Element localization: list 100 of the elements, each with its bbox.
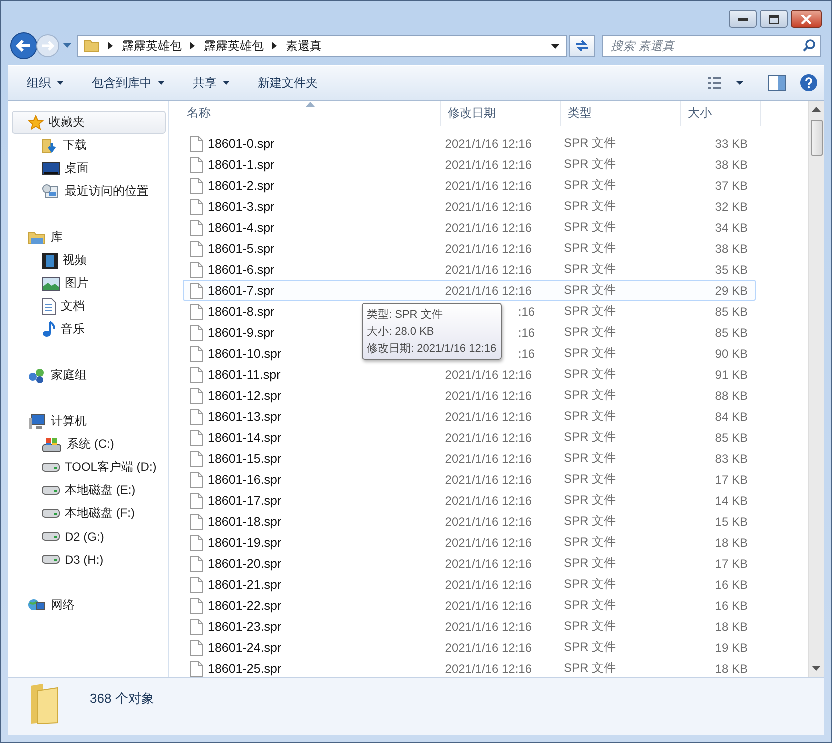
file-name: 18601-11.spr: [208, 368, 281, 382]
file-icon: [190, 556, 203, 572]
file-icon: [190, 576, 203, 592]
modified-date: 2021/1/16 12:16: [445, 578, 532, 592]
sidebar-item[interactable]: 桌面: [12, 157, 168, 180]
file-icon: [190, 366, 203, 382]
drive-icon: [42, 532, 60, 541]
sidebar-item[interactable]: 视频: [12, 249, 168, 272]
help-icon[interactable]: [800, 74, 818, 92]
search-icon: [803, 39, 816, 52]
sidebar-item[interactable]: 音乐: [12, 318, 168, 341]
sidebar-item[interactable]: 最近访问的位置: [12, 180, 168, 203]
sidebar-item[interactable]: 本地磁盘 (E:): [12, 479, 168, 502]
toolbar-menu-button[interactable]: 包含到库中: [84, 70, 173, 96]
modified-date: 2021/1/16 12:16: [445, 284, 532, 298]
sidebar-item[interactable]: 网络: [12, 594, 166, 617]
column-header[interactable]: 类型: [561, 101, 681, 126]
file-name: 18601-9.spr: [208, 326, 275, 340]
minimize-button[interactable]: [729, 10, 757, 28]
forward-button[interactable]: [35, 33, 61, 59]
breadcrumb[interactable]: 霹靂英雄包: [204, 38, 264, 54]
sidebar-item[interactable]: 文档: [12, 295, 168, 318]
sidebar-item[interactable]: 下载: [12, 134, 168, 157]
file-size: 18 KB: [715, 620, 748, 634]
tooltip-line: 类型: SPR 文件: [367, 308, 444, 322]
sidebar-item[interactable]: 家庭组: [12, 364, 166, 387]
toolbar-menu-button[interactable]: 共享: [185, 70, 238, 96]
file-type: SPR 文件: [564, 303, 616, 320]
document-icon: [42, 298, 56, 315]
view-caret-icon[interactable]: [736, 81, 744, 85]
file-name: 18601-24.spr: [208, 640, 282, 654]
breadcrumb[interactable]: 素還真: [286, 38, 322, 54]
file-type: SPR 文件: [564, 450, 616, 467]
file-icon: [190, 618, 203, 634]
file-type: SPR 文件: [564, 387, 616, 404]
modified-date: 2021/1/16 12:16: [445, 662, 532, 676]
toolbar-menu-button[interactable]: 组织: [19, 70, 72, 96]
file-size: 91 KB: [715, 368, 748, 382]
file-type: SPR 文件: [564, 492, 616, 509]
refresh-button[interactable]: [569, 35, 595, 57]
file-type: SPR 文件: [564, 576, 616, 593]
scroll-thumb[interactable]: [810, 120, 822, 156]
file-name: 18601-18.spr: [208, 514, 282, 528]
preview-pane-icon[interactable]: [768, 75, 786, 91]
file-name: 18601-0.spr: [208, 136, 275, 150]
close-button[interactable]: [791, 10, 822, 28]
close-icon: [801, 14, 812, 24]
maximize-button[interactable]: [760, 10, 788, 28]
caret-icon: [223, 81, 230, 85]
file-size: 85 KB: [715, 304, 748, 318]
sidebar-item[interactable]: 收藏夹: [12, 111, 166, 134]
sidebar-item[interactable]: D2 (G:): [12, 525, 168, 548]
scroll-up-icon[interactable]: [812, 107, 821, 112]
item-count: 368 个对象: [90, 690, 154, 708]
sidebar-item[interactable]: 库: [12, 226, 166, 249]
file-row[interactable]: 18601-7.spr 2021/1/16 12:16 SPR 文件 29 KB: [183, 280, 756, 301]
modified-date: 2021/1/16 12:16: [445, 598, 532, 612]
file-type: SPR 文件: [564, 177, 616, 194]
file-icon: [190, 388, 203, 404]
sidebar-item[interactable]: D3 (H:): [12, 548, 168, 571]
address-bar[interactable]: 霹靂英雄包 霹靂英雄包 素還真: [77, 35, 567, 57]
sidebar-item[interactable]: 计算机: [12, 410, 166, 433]
dropdown-caret-icon[interactable]: [551, 44, 560, 48]
file-type: SPR 文件: [564, 471, 616, 488]
file-name: 18601-21.spr: [208, 578, 282, 592]
file-size: 88 KB: [715, 388, 748, 402]
sidebar-item[interactable]: 系统 (C:): [12, 433, 168, 456]
breadcrumb[interactable]: 霹靂英雄包: [122, 38, 182, 54]
search-field[interactable]: 搜索 素還真: [602, 35, 821, 57]
file-size: 85 KB: [715, 326, 748, 340]
back-button[interactable]: [9, 31, 39, 61]
sidebar-item[interactable]: 图片: [12, 272, 168, 295]
file-icon: [190, 220, 203, 236]
modified-date: 2021/1/16 12:16: [445, 640, 532, 654]
folder-icon: [84, 38, 100, 54]
file-icon: [190, 198, 203, 214]
scrollbar[interactable]: [808, 101, 824, 677]
file-size: 29 KB: [715, 284, 748, 298]
file-icon: [190, 472, 203, 488]
history-caret-icon[interactable]: [63, 43, 72, 49]
sidebar-item[interactable]: TOOL客户端 (D:): [12, 456, 168, 479]
file-size: 18 KB: [715, 536, 748, 550]
column-header[interactable]: 名称: [169, 101, 441, 126]
modified-date: 2021/1/16 12:16: [445, 178, 532, 192]
file-size: 38 KB: [715, 158, 748, 172]
sidebar-item[interactable]: 本地磁盘 (F:): [12, 502, 168, 525]
scroll-down-icon[interactable]: [812, 666, 821, 671]
file-size: 14 KB: [715, 494, 748, 508]
toolbar-menu-button[interactable]: 新建文件夹: [250, 70, 326, 96]
file-size: 34 KB: [715, 220, 748, 234]
maximize-icon: [769, 14, 779, 24]
modified-date: 2021/1/16 12:16: [445, 158, 532, 172]
column-header[interactable]: 大小: [681, 101, 761, 126]
column-header[interactable]: 修改日期: [441, 101, 561, 126]
separator-arrow-icon: [190, 42, 196, 50]
modified-date: 2021/1/16 12:16: [445, 410, 532, 424]
file-size: 37 KB: [715, 178, 748, 192]
star-icon: [28, 114, 44, 130]
file-type: SPR 文件: [564, 240, 616, 257]
computer-icon: [28, 414, 46, 430]
